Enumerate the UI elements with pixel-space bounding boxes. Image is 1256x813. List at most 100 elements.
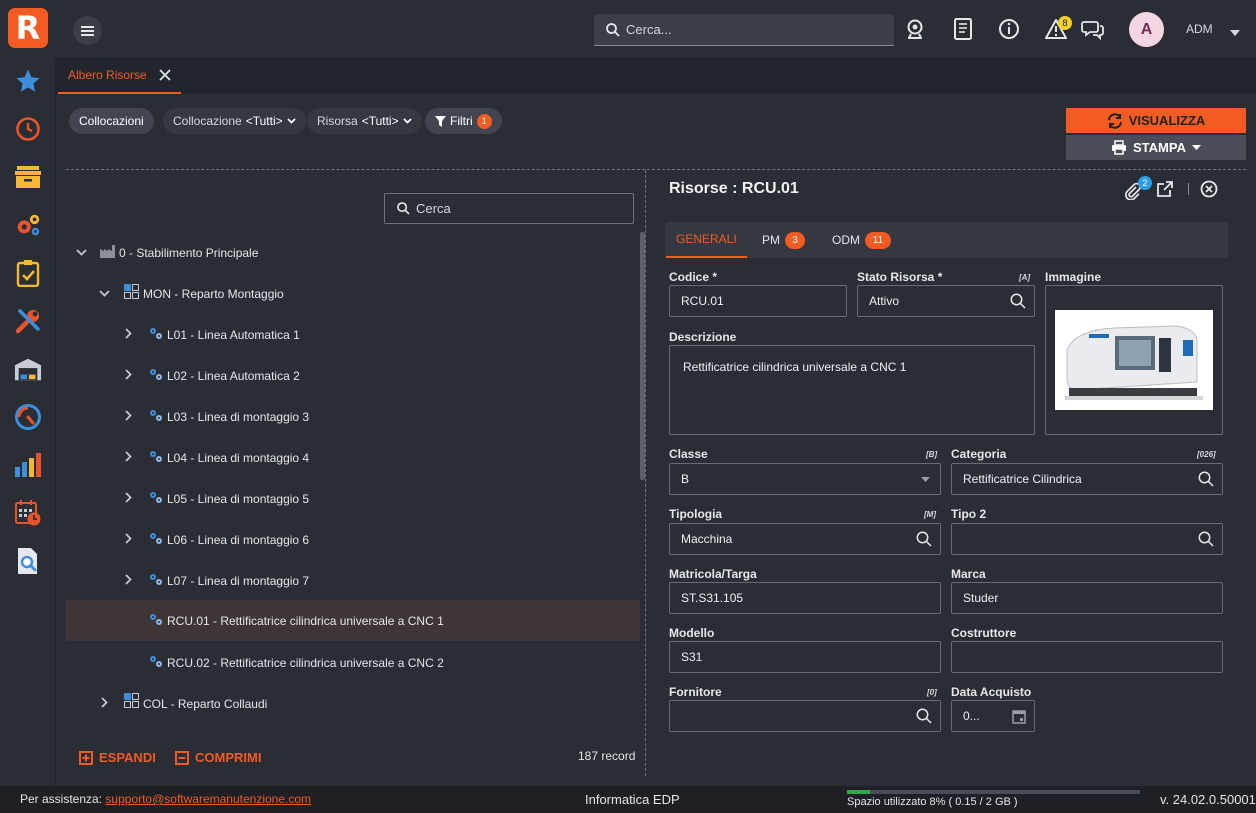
tree-node[interactable]: MON - Reparto Montaggio — [66, 273, 642, 314]
chevron-right-icon[interactable] — [122, 327, 134, 339]
chevron-right-icon[interactable] — [122, 368, 134, 380]
document-search-icon[interactable] — [14, 547, 42, 575]
chevron-right-icon[interactable] — [122, 573, 134, 585]
manual-book-icon[interactable] — [951, 17, 975, 41]
stampa-button[interactable]: STAMPA — [1066, 135, 1246, 160]
chevron-right-icon[interactable] — [122, 409, 134, 421]
favorites-star-icon[interactable] — [14, 67, 42, 95]
codice-field[interactable]: RCU.01 — [669, 285, 847, 317]
search-icon[interactable] — [1198, 471, 1214, 487]
horizontal-divider — [66, 169, 1246, 170]
tree-node-label: MON - Reparto Montaggio — [143, 286, 284, 301]
chevron-right-icon[interactable] — [122, 532, 134, 544]
marca-field[interactable]: Studer — [951, 582, 1223, 614]
tree-node-label: L04 - Linea di montaggio 4 — [167, 450, 310, 465]
chevron-right-icon[interactable] — [122, 450, 134, 462]
search-icon[interactable] — [916, 708, 932, 724]
categoria-value: Rettificatrice Cilindrica — [963, 472, 1082, 486]
machine-gears-icon — [150, 614, 162, 625]
tab-albero-risorse[interactable]: Albero Risorse — [58, 57, 181, 94]
warehouse-icon[interactable] — [14, 355, 42, 383]
tree-node[interactable]: L04 - Linea di montaggio 4 — [66, 437, 642, 478]
checklist-clipboard-icon[interactable] — [14, 259, 42, 287]
data-acquisto-field[interactable]: 0... — [951, 700, 1035, 732]
user-avatar[interactable]: A — [1129, 12, 1164, 47]
department-grid-icon — [124, 284, 139, 299]
support-email-link[interactable]: supporto@softwaremanutenzione.com — [105, 792, 311, 806]
search-icon[interactable] — [1010, 293, 1026, 309]
tree-node[interactable]: L07 - Linea di montaggio 7 — [66, 560, 642, 601]
stampa-label: STAMPA — [1133, 140, 1186, 155]
line-gears-icon — [150, 492, 162, 503]
visualizza-button[interactable]: VISUALIZZA — [1066, 108, 1246, 133]
tree-node[interactable]: L01 - Linea Automatica 1 — [66, 314, 642, 355]
tree-node[interactable]: RCU.02 - Rettificatrice cilindrica unive… — [66, 642, 642, 683]
tree-node[interactable]: COL - Reparto Collaudi — [66, 683, 642, 724]
info-icon[interactable] — [997, 17, 1021, 41]
bar-chart-icon[interactable] — [14, 451, 42, 479]
calendar-schedule-icon[interactable] — [14, 499, 42, 527]
tree-node[interactable]: L02 - Linea Automatica 2 — [66, 355, 642, 396]
chevron-right-icon[interactable] — [122, 491, 134, 503]
tipo2-field[interactable] — [951, 523, 1223, 555]
tree-node[interactable]: L03 - Linea di montaggio 3 — [66, 396, 642, 437]
calendar-icon[interactable] — [1012, 709, 1026, 724]
tree-node[interactable]: L06 - Linea di montaggio 6 — [66, 519, 642, 560]
tab-odm[interactable]: ODM 11 — [832, 222, 891, 258]
dashboard-gauge-icon[interactable] — [14, 403, 42, 431]
collocazioni-chip[interactable]: Collocazioni — [69, 108, 154, 134]
matricola-field[interactable]: ST.S31.105 — [669, 582, 941, 614]
tipologia-field[interactable]: Macchina — [669, 523, 941, 555]
stato-label: Stato Risorsa * — [857, 270, 943, 284]
tools-wrench-icon[interactable] — [14, 307, 42, 335]
tab-pm[interactable]: PM 3 — [762, 222, 805, 258]
close-icon[interactable] — [159, 68, 171, 81]
tree-node-label: L01 - Linea Automatica 1 — [167, 327, 300, 342]
descrizione-field[interactable]: Rettificatrice cilindrica universale a C… — [669, 345, 1035, 435]
categoria-label: Categoria — [951, 447, 1007, 461]
descrizione-label: Descrizione — [669, 330, 737, 344]
classe-select[interactable]: B — [669, 463, 941, 495]
webcam-icon[interactable] — [903, 17, 927, 41]
chevron-right-icon[interactable] — [98, 696, 110, 708]
costruttore-field[interactable] — [951, 641, 1223, 673]
stato-field[interactable]: Attivo — [857, 285, 1035, 317]
tree-search[interactable] — [384, 193, 634, 224]
chevron-down-icon[interactable] — [98, 287, 110, 299]
risorsa-filter[interactable]: Risorsa <Tutti> — [307, 108, 422, 134]
comprimi-button[interactable]: COMPRIMI — [175, 750, 261, 765]
chevron-down-icon[interactable] — [75, 246, 87, 258]
tree-node-label: L02 - Linea Automatica 2 — [167, 368, 300, 383]
classe-code: [B] — [926, 450, 938, 459]
tab-generali-label: GENERALI — [676, 232, 737, 246]
chat-icon[interactable] — [1081, 17, 1105, 41]
storage-usage-bar — [847, 790, 1140, 794]
tree-search-input[interactable] — [416, 201, 616, 216]
espandi-button[interactable]: ESPANDI — [79, 750, 156, 765]
search-icon[interactable] — [916, 531, 932, 547]
user-name[interactable]: ADM — [1186, 22, 1213, 36]
fornitore-field[interactable] — [669, 700, 941, 732]
modello-field[interactable]: S31 — [669, 641, 941, 673]
filtri-button[interactable]: Filtri 1 — [425, 108, 502, 134]
stato-value: Attivo — [869, 294, 900, 308]
tree-scrollbar-thumb[interactable] — [640, 232, 645, 480]
data-acquisto-label: Data Acquisto — [951, 685, 1032, 699]
search-icon[interactable] — [1198, 531, 1214, 547]
archive-box-icon[interactable] — [14, 163, 42, 191]
app-logo[interactable]: R — [8, 8, 48, 48]
tab-generali[interactable]: GENERALI — [666, 222, 747, 258]
global-search[interactable] — [594, 14, 894, 46]
settings-gears-icon[interactable] — [14, 211, 42, 239]
collocazione-filter[interactable]: Collocazione <Tutti> — [163, 108, 306, 134]
tree-node[interactable]: L05 - Linea di montaggio 5 — [66, 478, 642, 519]
open-external-icon[interactable] — [1156, 180, 1174, 201]
tree-node-selected[interactable]: RCU.01 - Rettificatrice cilindrica unive… — [66, 600, 642, 641]
global-search-input[interactable] — [626, 22, 876, 37]
hamburger-menu-button[interactable] — [73, 16, 102, 45]
close-circle-icon[interactable] — [1200, 180, 1218, 201]
history-clock-icon[interactable] — [14, 115, 42, 143]
categoria-field[interactable]: Rettificatrice Cilindrica — [951, 463, 1223, 495]
tree-node[interactable]: 0 - Stabilimento Principale — [66, 232, 642, 273]
user-menu-chevron-down-icon[interactable] — [1230, 24, 1240, 39]
